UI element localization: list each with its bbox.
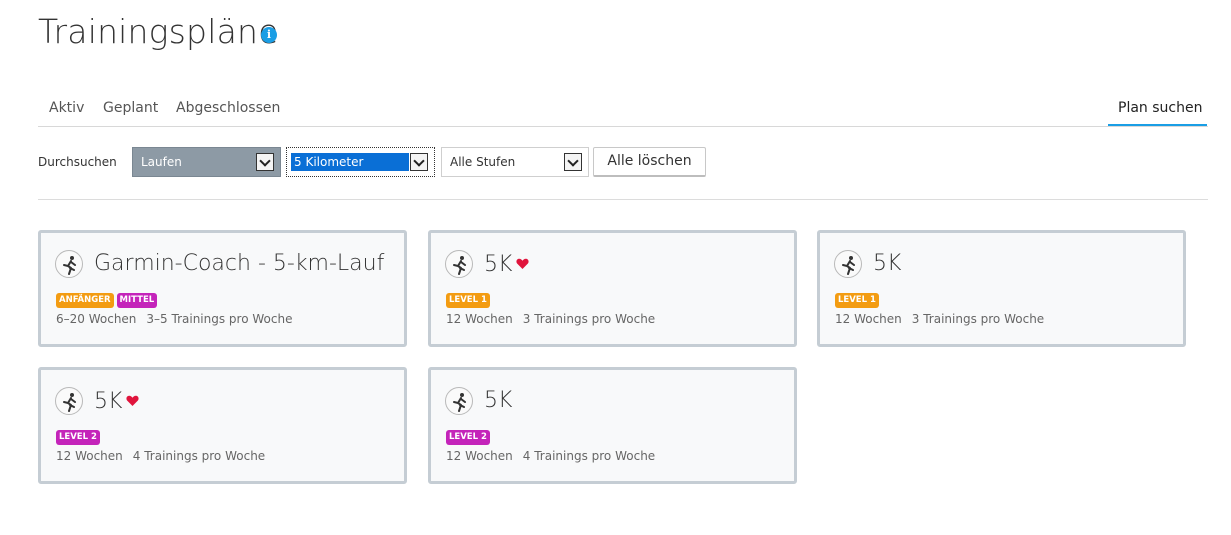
clear-all-button[interactable]: Alle löschen xyxy=(593,147,706,177)
level-badge: LEVEL 1 xyxy=(835,293,879,308)
plan-title: 5K xyxy=(873,251,902,276)
plan-title-row: 5K xyxy=(873,251,901,276)
divider xyxy=(38,199,1208,200)
badge-group: LEVEL 2 xyxy=(56,426,103,445)
level-select[interactable]: Alle Stufen xyxy=(441,147,589,177)
badge-group: LEVEL 1 xyxy=(835,289,882,308)
distance-select[interactable]: 5 Kilometer xyxy=(286,147,435,177)
level-badge: LEVEL 2 xyxy=(56,430,100,445)
plan-card[interactable]: 5K LEVEL 2 12 Wochen 4 Trainings pro Woche xyxy=(428,367,797,484)
tab-abgeschlossen[interactable]: Abgeschlossen xyxy=(176,100,280,116)
plan-sessions-per-week: 4 Trainings pro Woche xyxy=(522,449,656,463)
plan-weeks: 12 Wochen xyxy=(835,312,902,326)
plan-title-row: Garmin-Coach - 5-km-Lauf xyxy=(94,251,384,276)
search-label: Durchsuchen xyxy=(38,155,117,169)
plan-card[interactable]: 5K LEVEL 2 12 Wochen 4 Trainings pro Woche xyxy=(38,367,407,484)
plan-weeks: 12 Wochen xyxy=(56,449,123,463)
plan-title-row: 5K xyxy=(94,388,140,414)
plan-title: Garmin-Coach - 5-km-Lauf xyxy=(94,251,385,276)
distance-select-value: 5 Kilometer xyxy=(291,153,409,171)
plan-sessions-per-week: 4 Trainings pro Woche xyxy=(132,449,266,463)
plan-meta: 12 Wochen 4 Trainings pro Woche xyxy=(446,449,655,463)
plan-sessions-per-week: 3 Trainings pro Woche xyxy=(911,312,1045,326)
badge-group: LEVEL 1 xyxy=(446,289,493,308)
plan-title: 5K xyxy=(484,388,513,413)
plan-meta: 6–20 Wochen 3–5 Trainings pro Woche xyxy=(56,312,292,326)
level-badge: ANFÄNGER xyxy=(56,293,114,308)
plan-card[interactable]: Garmin-Coach - 5-km-Lauf ANFÄNGER MITTEL 6–… xyxy=(38,230,407,347)
running-icon xyxy=(445,250,473,278)
plan-sessions-per-week: 3 Trainings pro Woche xyxy=(522,312,656,326)
plan-meta: 12 Wochen 3 Trainings pro Woche xyxy=(835,312,1044,326)
badge-group: ANFÄNGER MITTEL xyxy=(56,289,160,308)
plan-card[interactable]: 5K LEVEL 1 12 Wochen 3 Trainings pro Woche xyxy=(428,230,797,347)
plan-title-row: 5K xyxy=(484,251,530,277)
running-icon xyxy=(834,250,862,278)
level-select-value: Alle Stufen xyxy=(450,155,516,169)
running-icon xyxy=(55,387,83,415)
tab-aktiv[interactable]: Aktiv xyxy=(49,100,84,116)
chevron-down-icon[interactable] xyxy=(564,153,582,171)
plan-card[interactable]: 5K LEVEL 1 12 Wochen 3 Trainings pro Woche xyxy=(817,230,1186,347)
heart-icon xyxy=(126,388,140,413)
plan-weeks: 12 Wochen xyxy=(446,312,513,326)
level-badge: MITTEL xyxy=(116,293,158,308)
plan-weeks: 6–20 Wochen xyxy=(56,312,137,326)
active-tab-indicator xyxy=(1108,124,1207,126)
tab-bar: Aktiv Geplant Abgeschlossen Plan suchen xyxy=(38,90,1208,127)
sport-select[interactable]: Laufen xyxy=(132,147,281,177)
level-badge: LEVEL 1 xyxy=(446,293,490,308)
info-icon[interactable]: i xyxy=(261,27,277,43)
level-badge: LEVEL 2 xyxy=(446,430,490,445)
badge-group: LEVEL 2 xyxy=(446,426,493,445)
heart-icon xyxy=(516,251,530,276)
plan-title-row: 5K xyxy=(484,388,512,413)
plan-weeks: 12 Wochen xyxy=(446,449,513,463)
plan-sessions-per-week: 3–5 Trainings pro Woche xyxy=(146,312,293,326)
tab-geplant[interactable]: Geplant xyxy=(103,100,158,116)
plan-meta: 12 Wochen 4 Trainings pro Woche xyxy=(56,449,265,463)
plan-title: 5K xyxy=(484,252,513,277)
plan-title: 5K xyxy=(94,389,123,414)
chevron-down-icon[interactable] xyxy=(410,153,428,171)
sport-select-value: Laufen xyxy=(141,155,182,169)
running-icon xyxy=(55,250,83,278)
page-title: Trainingspläne xyxy=(38,12,279,51)
running-icon xyxy=(445,387,473,415)
tab-plan-suchen[interactable]: Plan suchen xyxy=(1118,100,1202,116)
chevron-down-icon[interactable] xyxy=(256,153,274,171)
plan-meta: 12 Wochen 3 Trainings pro Woche xyxy=(446,312,655,326)
